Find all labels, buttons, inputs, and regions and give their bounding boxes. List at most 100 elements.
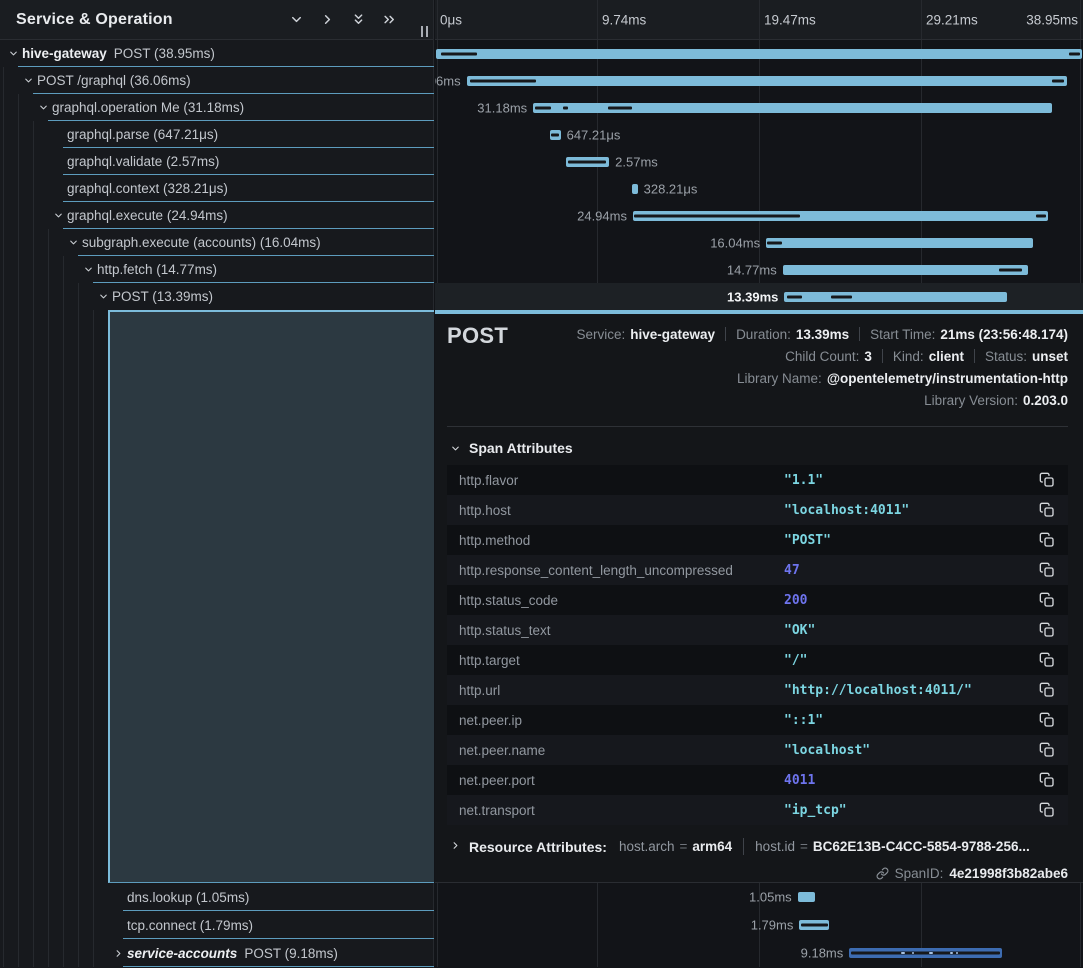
timeline-row[interactable]: 31.18ms bbox=[435, 94, 1083, 121]
meta-label: Kind: bbox=[893, 349, 924, 364]
copy-icon[interactable] bbox=[1039, 622, 1055, 638]
span-bar[interactable] bbox=[784, 292, 1007, 302]
span-tree-row[interactable]: hive-gatewayPOST (38.95ms) bbox=[0, 40, 434, 67]
span-bar[interactable] bbox=[467, 76, 1067, 86]
gridline bbox=[597, 0, 598, 39]
copy-icon[interactable] bbox=[1039, 682, 1055, 698]
span-tree-row[interactable]: graphql.validate (2.57ms) bbox=[0, 148, 434, 175]
duration-label: 2.57ms bbox=[615, 154, 658, 169]
indent-guide bbox=[3, 202, 4, 229]
operation-label: subgraph.execute (accounts) (16.04ms) bbox=[82, 235, 321, 250]
meta-value: @opentelemetry/instrumentation-http bbox=[827, 371, 1068, 386]
span-bar[interactable] bbox=[766, 238, 1033, 248]
expand-one-icon[interactable] bbox=[320, 12, 335, 27]
span-tree-row[interactable]: http.fetch (14.77ms) bbox=[0, 256, 434, 283]
copy-icon[interactable] bbox=[1039, 472, 1055, 488]
row-underline bbox=[123, 966, 434, 967]
resource-key: host.arch bbox=[619, 839, 675, 854]
chevron-down-icon[interactable] bbox=[8, 47, 22, 61]
span-tree-row[interactable]: graphql.parse (647.21μs) bbox=[0, 121, 434, 148]
span-tree-row[interactable]: POST /graphql (36.06ms) bbox=[0, 67, 434, 94]
chevron-down-icon[interactable] bbox=[68, 236, 82, 250]
collapse-one-icon[interactable] bbox=[289, 12, 304, 27]
timeline-row[interactable]: 9.18ms bbox=[435, 939, 1083, 967]
indent-guide bbox=[18, 175, 19, 202]
indent-guide bbox=[63, 310, 64, 883]
attribute-key: http.response_content_length_uncompresse… bbox=[459, 563, 733, 578]
indent-guide bbox=[18, 310, 19, 883]
span-tree-row[interactable]: POST (13.39ms) bbox=[0, 283, 434, 310]
span-bar[interactable] bbox=[566, 157, 609, 167]
span-tree-row[interactable]: graphql.operation Me (31.18ms) bbox=[0, 94, 434, 121]
copy-icon[interactable] bbox=[1039, 562, 1055, 578]
span-attributes-toggle[interactable]: Span Attributes bbox=[450, 440, 1068, 456]
span-id-row: SpanID: 4e21998f3b82abe6 bbox=[447, 866, 1068, 881]
span-bar[interactable] bbox=[783, 265, 1029, 275]
resource-value: arm64 bbox=[692, 839, 732, 854]
meta-label: Start Time: bbox=[870, 327, 935, 342]
collapse-all-icon[interactable] bbox=[351, 12, 366, 27]
copy-icon[interactable] bbox=[1039, 772, 1055, 788]
chevron-down-icon[interactable] bbox=[38, 101, 52, 115]
span-attributes-table: http.flavor"1.1"http.host"localhost:4011… bbox=[447, 465, 1068, 825]
attribute-row: net.transport"ip_tcp" bbox=[447, 795, 1068, 825]
attribute-row: net.peer.port4011 bbox=[447, 765, 1068, 795]
span-tree-row[interactable]: service-accountsPOST (9.18ms) bbox=[0, 939, 434, 967]
resource-attributes-row[interactable]: Resource Attributes:host.arch=arm64host.… bbox=[450, 838, 1068, 855]
operation-label: graphql.parse (647.21μs) bbox=[67, 127, 218, 142]
copy-icon[interactable] bbox=[1039, 712, 1055, 728]
meta-label: Service: bbox=[576, 327, 625, 342]
separator bbox=[974, 349, 975, 363]
span-bar[interactable] bbox=[632, 184, 637, 194]
indent-guide bbox=[18, 939, 19, 967]
span-bar[interactable] bbox=[849, 948, 1002, 958]
span-tree-row[interactable]: dns.lookup (1.05ms) bbox=[0, 883, 434, 911]
operation-label: graphql.execute (24.94ms) bbox=[67, 208, 228, 223]
indent-guide bbox=[33, 283, 34, 310]
timeline-row[interactable]: 36.06ms bbox=[435, 67, 1083, 94]
timeline-row[interactable]: 16.04ms bbox=[435, 229, 1083, 256]
duration-label: 24.94ms bbox=[577, 208, 627, 223]
span-tree-row[interactable]: graphql.context (328.21μs) bbox=[0, 175, 434, 202]
copy-icon[interactable] bbox=[1039, 652, 1055, 668]
span-tree-row[interactable]: tcp.connect (1.79ms) bbox=[0, 911, 434, 939]
chevron-down-icon[interactable] bbox=[23, 74, 37, 88]
divider bbox=[447, 426, 1068, 427]
attribute-key: http.url bbox=[459, 683, 500, 698]
panel-resize-handle[interactable] bbox=[421, 26, 428, 37]
span-bar[interactable] bbox=[799, 920, 829, 930]
span-tree-row[interactable]: subgraph.execute (accounts) (16.04ms) bbox=[0, 229, 434, 256]
span-bar[interactable] bbox=[533, 103, 1052, 113]
link-icon[interactable] bbox=[876, 867, 889, 880]
span-bar[interactable] bbox=[550, 130, 561, 140]
chevron-down-icon[interactable] bbox=[83, 263, 97, 277]
chevron-down-icon[interactable] bbox=[98, 290, 112, 304]
timeline-row[interactable]: 1.05ms bbox=[435, 883, 1083, 911]
timeline-row[interactable]: 14.77ms bbox=[435, 256, 1083, 283]
copy-icon[interactable] bbox=[1039, 742, 1055, 758]
indent-guide bbox=[48, 229, 49, 256]
span-bar[interactable] bbox=[633, 211, 1048, 221]
timeline-row[interactable]: 38.95ms bbox=[435, 40, 1083, 67]
span-bar[interactable] bbox=[436, 49, 1082, 59]
copy-icon[interactable] bbox=[1039, 802, 1055, 818]
timeline-row[interactable]: 2.57ms bbox=[435, 148, 1083, 175]
timeline-row[interactable]: 13.39ms bbox=[435, 283, 1083, 310]
copy-icon[interactable] bbox=[1039, 502, 1055, 518]
chevron-down-icon[interactable] bbox=[53, 209, 67, 223]
timeline-row[interactable]: 24.94ms bbox=[435, 202, 1083, 229]
span-bar[interactable] bbox=[798, 892, 815, 902]
timeline-row[interactable]: 328.21μs bbox=[435, 175, 1083, 202]
attribute-value: "localhost:4011" bbox=[784, 503, 909, 518]
timeline-row[interactable]: 647.21μs bbox=[435, 121, 1083, 148]
attribute-key: http.target bbox=[459, 653, 520, 668]
chevron-right-icon[interactable] bbox=[113, 946, 127, 960]
timeline-row[interactable]: 1.79ms bbox=[435, 911, 1083, 939]
span-tree-row[interactable]: graphql.execute (24.94ms) bbox=[0, 202, 434, 229]
expand-all-icon[interactable] bbox=[382, 12, 397, 27]
span-attributes-heading: Span Attributes bbox=[469, 440, 573, 456]
attribute-value: "http://localhost:4011/" bbox=[784, 683, 972, 698]
duration-label: 31.18ms bbox=[477, 100, 527, 115]
copy-icon[interactable] bbox=[1039, 592, 1055, 608]
copy-icon[interactable] bbox=[1039, 532, 1055, 548]
